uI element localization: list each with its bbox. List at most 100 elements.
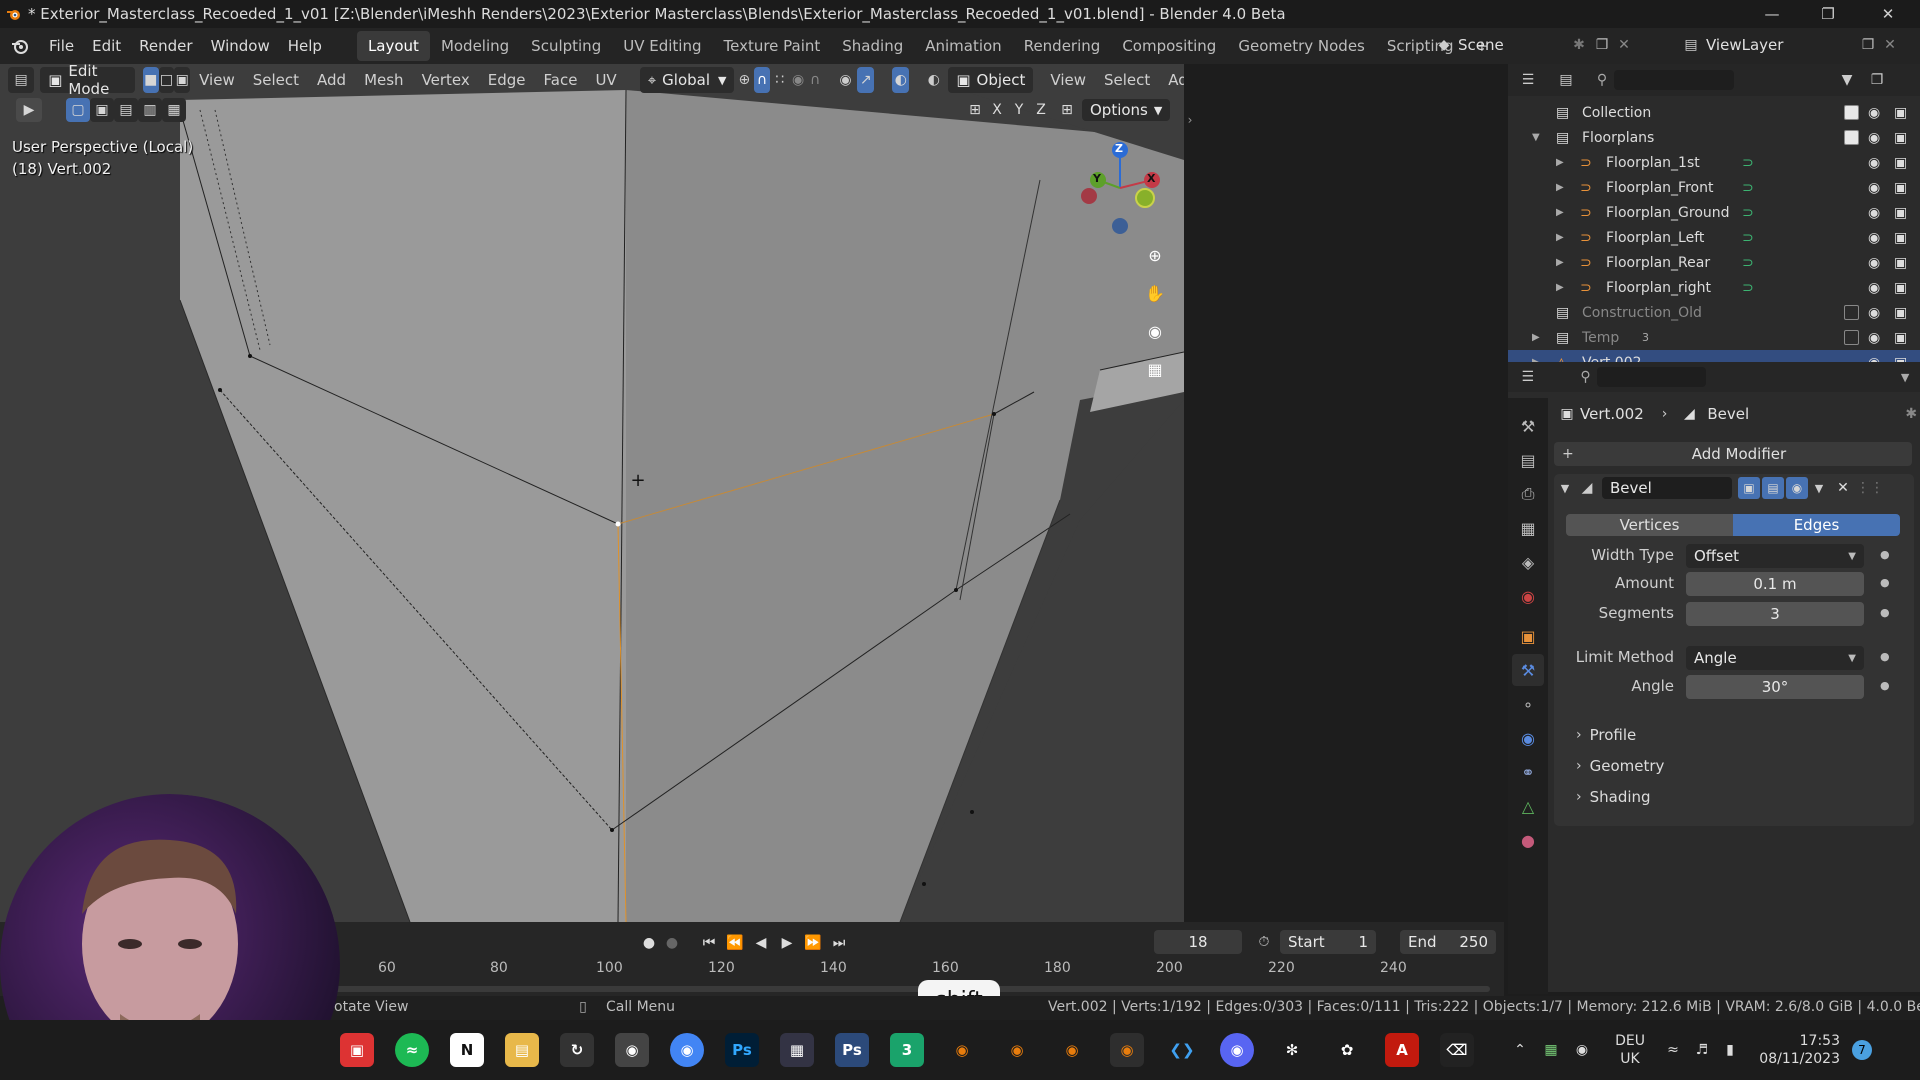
next-keyframe-icon[interactable]: ⏩ bbox=[800, 935, 826, 951]
outliner-row[interactable]: ▤ Construction_Old ◉ ▣ bbox=[1508, 300, 1920, 325]
eye-icon[interactable]: ◉ bbox=[1868, 330, 1880, 346]
browser-icon[interactable]: ◉ bbox=[615, 1033, 649, 1067]
constraints-tab-icon[interactable]: ⚭ bbox=[1512, 756, 1544, 788]
notion-icon[interactable]: N bbox=[450, 1033, 484, 1067]
object-dropdown[interactable]: ▣ Object bbox=[948, 67, 1034, 93]
davinci-icon[interactable]: ✿ bbox=[1330, 1033, 1364, 1067]
edge-select-icon[interactable]: □ bbox=[158, 67, 175, 93]
vp-menu-add[interactable]: Add bbox=[308, 71, 355, 89]
pivot-icon[interactable]: ⊕ bbox=[734, 72, 754, 88]
vp-menu-face[interactable]: Face bbox=[535, 71, 587, 89]
pin-icon[interactable]: ✱ bbox=[1568, 37, 1590, 53]
exclude-checkbox[interactable] bbox=[1844, 105, 1859, 120]
outliner-row[interactable]: ▶ ⊃ Floorplan_Front ⊃ ◉ ▣ bbox=[1508, 175, 1920, 200]
view-layer-tab-icon[interactable]: ▦ bbox=[1512, 512, 1544, 544]
expand-closed-icon[interactable]: ▶ bbox=[1556, 207, 1564, 218]
photoshop-alt-icon[interactable]: Ps bbox=[835, 1033, 869, 1067]
menu-help[interactable]: Help bbox=[279, 31, 331, 61]
search-icon[interactable]: ⚲ bbox=[1574, 369, 1598, 385]
render-camera-icon[interactable]: ▣ bbox=[1894, 305, 1907, 321]
eye-icon[interactable]: ◉ bbox=[1868, 305, 1880, 321]
proportional-edit-icon[interactable]: ◉ bbox=[790, 72, 807, 88]
render-camera-icon[interactable]: ▣ bbox=[1894, 130, 1907, 146]
play-reverse-icon[interactable]: ◀ bbox=[748, 935, 774, 951]
filter-icon[interactable]: ▼ bbox=[1832, 72, 1862, 88]
outliner-row[interactable]: ▶ ⊃ Floorplan_Rear ⊃ ◉ ▣ bbox=[1508, 250, 1920, 275]
render-camera-icon[interactable]: ▣ bbox=[1894, 330, 1907, 346]
collapse-chevron-icon[interactable]: ▼ bbox=[1554, 482, 1576, 495]
eye-icon[interactable]: ◉ bbox=[1868, 280, 1880, 296]
modifier-name-field[interactable]: Bevel bbox=[1602, 477, 1732, 499]
delete-scene-icon[interactable]: ✕ bbox=[1614, 37, 1634, 53]
pan-hand-icon[interactable]: ✋ bbox=[1140, 278, 1170, 308]
chrome-icon[interactable]: ◉ bbox=[670, 1033, 704, 1067]
microphone-icon[interactable]: ◉ bbox=[1568, 1042, 1596, 1058]
tab-shading[interactable]: Shading bbox=[831, 31, 914, 61]
photoshop-icon[interactable]: Ps bbox=[725, 1033, 759, 1067]
chatgpt-icon[interactable]: ✻ bbox=[1275, 1033, 1309, 1067]
render-camera-icon[interactable]: ▣ bbox=[1894, 230, 1907, 246]
snap-target-icon[interactable]: ∷ bbox=[770, 72, 790, 88]
gizmo-toggle-icon[interactable]: ↗ bbox=[857, 67, 875, 93]
viewlayer-selector[interactable]: ▤ ViewLayer ❐ ✕ bbox=[1676, 32, 1900, 58]
tab-sculpting[interactable]: Sculpting bbox=[520, 31, 612, 61]
physics-tab-icon[interactable]: ◉ bbox=[1512, 722, 1544, 754]
menu-edit[interactable]: Edit bbox=[83, 31, 130, 61]
render-camera-icon[interactable]: ▣ bbox=[1894, 155, 1907, 171]
language-indicator[interactable]: DEU UK bbox=[1602, 1032, 1658, 1068]
menu-file[interactable]: File bbox=[40, 31, 83, 61]
material-tab-icon[interactable]: ● bbox=[1512, 824, 1544, 856]
render-camera-icon[interactable]: ▣ bbox=[1894, 205, 1907, 221]
battery-icon[interactable]: ▮ bbox=[1716, 1042, 1744, 1058]
jump-start-icon[interactable]: ⏮ bbox=[696, 935, 722, 951]
outliner-row[interactable]: ▶ ▤ Temp 3 ◉ ▣ bbox=[1508, 325, 1920, 350]
snap-icon[interactable]: ∩ bbox=[754, 67, 770, 93]
subpanel-shading[interactable]: › Shading bbox=[1576, 786, 1651, 808]
eye-icon[interactable]: ◉ bbox=[1868, 255, 1880, 271]
mode-dropdown[interactable]: ▣ Edit Mode bbox=[40, 62, 135, 98]
jump-end-icon[interactable]: ⏭ bbox=[826, 935, 852, 951]
vp2-menu-add[interactable]: Add bbox=[1159, 71, 1184, 89]
new-viewlayer-icon[interactable]: ❐ bbox=[1856, 37, 1880, 53]
tab-compositing[interactable]: Compositing bbox=[1111, 31, 1227, 61]
drag-handle-icon[interactable]: ⋮⋮ bbox=[1856, 480, 1884, 496]
select-extend-icon[interactable]: ▣ bbox=[90, 98, 114, 122]
field-number-input[interactable]: 0.1 m bbox=[1686, 572, 1864, 596]
render-camera-icon[interactable]: ▣ bbox=[1894, 180, 1907, 196]
wifi-icon[interactable]: ≈ bbox=[1658, 1042, 1688, 1058]
output-tab-icon[interactable]: ⎙ bbox=[1512, 478, 1544, 510]
menu-window[interactable]: Window bbox=[202, 31, 279, 61]
expand-closed-icon[interactable]: ▶ bbox=[1556, 282, 1564, 293]
discord-icon[interactable]: ◉ bbox=[1220, 1033, 1254, 1067]
expand-closed-icon[interactable]: ▶ bbox=[1556, 257, 1564, 268]
falloff-icon[interactable]: ∩ bbox=[807, 72, 824, 88]
keyframe-dot-icon[interactable]: ● bbox=[1880, 606, 1890, 619]
options-dropdown[interactable]: Options ▼ bbox=[1082, 99, 1171, 121]
camera-icon[interactable]: ◉ bbox=[1140, 316, 1170, 346]
tab-texture-paint[interactable]: Texture Paint bbox=[712, 31, 831, 61]
vp-menu-edge[interactable]: Edge bbox=[479, 71, 535, 89]
axis-x-toggle[interactable]: X bbox=[986, 102, 1008, 118]
exclude-checkbox[interactable] bbox=[1844, 330, 1859, 345]
modifier-tab-icon[interactable]: ⚒ bbox=[1512, 654, 1544, 686]
minimize-icon[interactable]: — bbox=[1744, 0, 1800, 28]
timeline-scrollbar[interactable] bbox=[330, 986, 1490, 992]
keying-icon[interactable]: ● bbox=[662, 935, 682, 951]
field-dropdown[interactable]: Angle ▼ bbox=[1686, 646, 1864, 670]
notification-badge[interactable]: 7 bbox=[1852, 1040, 1872, 1060]
axis-y-toggle[interactable]: Y bbox=[1008, 102, 1030, 118]
keyframe-dot-icon[interactable]: ● bbox=[1880, 650, 1890, 663]
eye-icon[interactable]: ◉ bbox=[1868, 205, 1880, 221]
props-search-input[interactable] bbox=[1597, 367, 1707, 387]
start-frame-field[interactable]: Start 1 bbox=[1280, 930, 1376, 954]
data-tab-icon[interactable]: △ bbox=[1512, 790, 1544, 822]
affect-vertices-button[interactable]: Vertices bbox=[1566, 514, 1733, 536]
close-icon[interactable]: ✕ bbox=[1860, 0, 1916, 28]
collapse-sidebar-icon[interactable]: › bbox=[1184, 112, 1196, 128]
display-mode-icon[interactable]: ▤ bbox=[1548, 72, 1584, 88]
select-invert-icon[interactable]: ▥ bbox=[138, 98, 162, 122]
tab-layout[interactable]: Layout bbox=[356, 31, 430, 61]
tool-tab-icon[interactable]: ⚒ bbox=[1512, 410, 1544, 442]
eye-icon[interactable]: ◉ bbox=[1868, 130, 1880, 146]
vp-menu-mesh[interactable]: Mesh bbox=[355, 71, 413, 89]
